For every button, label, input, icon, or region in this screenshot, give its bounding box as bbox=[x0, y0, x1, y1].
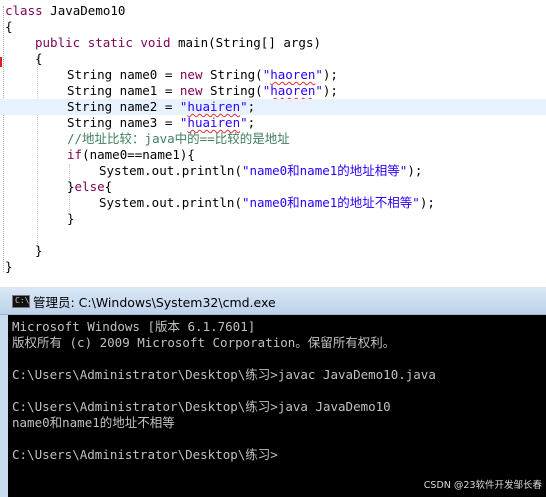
console-line-result: name0和name1的地址不相等 bbox=[12, 415, 175, 430]
watermark: CSDN @23软件开发邹长春 bbox=[423, 480, 542, 491]
console-line-version: Microsoft Windows [版本 6.1.7601] bbox=[12, 319, 256, 334]
code-editor[interactable]: class JavaDemo10 { public static void ma… bbox=[0, 0, 546, 283]
indent-guide bbox=[37, 56, 38, 252]
code-line-main-close: } bbox=[35, 243, 43, 258]
change-marker bbox=[0, 57, 2, 67]
cmd-window: C:\ 管理员: C:\Windows\System32\cmd.exe Mic… bbox=[0, 287, 546, 497]
console-app-icon: C:\ bbox=[12, 295, 30, 308]
code-line-comment: //地址比较：java中的==比较的是地址 bbox=[67, 131, 290, 146]
code-line-name3: String name3 = "huairen"; bbox=[67, 115, 256, 130]
code-line-else-close: } bbox=[67, 211, 75, 226]
code-line-class-decl: class JavaDemo10 bbox=[5, 3, 126, 18]
console-line-java: C:\Users\Administrator\Desktop\练习>java J… bbox=[12, 399, 391, 414]
cmd-title: 管理员: C:\Windows\System32\cmd.exe bbox=[33, 295, 276, 310]
code-line-main-brace: { bbox=[35, 51, 43, 66]
code-line-name1: String name1 = new String("haoren"); bbox=[67, 83, 338, 98]
code-line-main-decl: public static void main(String[] args) bbox=[35, 35, 321, 50]
code-line-if: if(name0==name1){ bbox=[67, 147, 195, 162]
console-line-javac: C:\Users\Administrator\Desktop\练习>javac … bbox=[12, 367, 436, 382]
code-line-open-brace: { bbox=[5, 19, 13, 34]
console-line-prompt: C:\Users\Administrator\Desktop\练习> bbox=[12, 447, 278, 462]
console-output[interactable]: Microsoft Windows [版本 6.1.7601] 版权所有 (c)… bbox=[8, 315, 546, 497]
cmd-titlebar[interactable]: C:\ 管理员: C:\Windows\System32\cmd.exe bbox=[0, 287, 546, 315]
code-line-name0: String name0 = new String("haoren"); bbox=[67, 67, 338, 82]
code-line-else: }else{ bbox=[67, 179, 113, 194]
code-line-println-notequal: System.out.println("name0和name1的地址不相等"); bbox=[99, 195, 435, 210]
gutter-fold-line bbox=[3, 6, 4, 272]
code-line-name2-current: String name2 = "huairen"; bbox=[0, 99, 546, 115]
console-line-copyright: 版权所有 (c) 2009 Microsoft Corporation。保留所有… bbox=[12, 335, 396, 350]
code-line-println-equal: System.out.println("name0和name1的地址相等"); bbox=[99, 163, 423, 178]
code-line-class-close: } bbox=[5, 259, 13, 274]
